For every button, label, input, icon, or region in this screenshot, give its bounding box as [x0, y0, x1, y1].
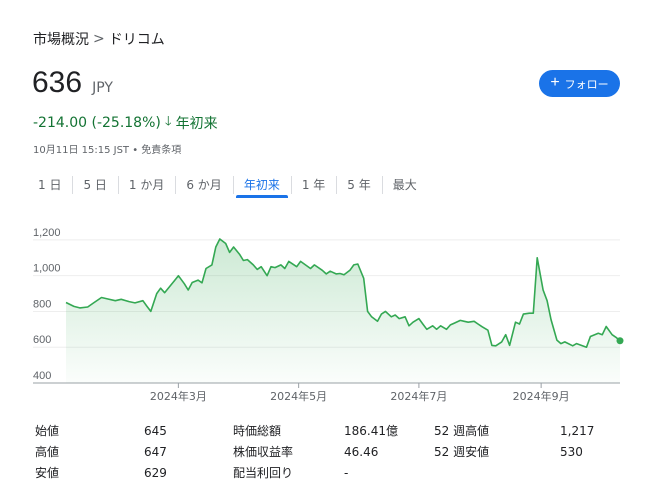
y-tick-label: 600	[33, 334, 51, 346]
y-tick-label: 800	[33, 298, 51, 310]
range-tabs: 1 日 5 日 1 か月 6 か月 年初来 1 年 5 年 最大	[27, 172, 428, 198]
tab-1m[interactable]: 1 か月	[117, 172, 175, 198]
stat-label-high: 高値	[35, 445, 60, 459]
breadcrumb-separator: >	[93, 31, 105, 47]
stat-value-pe-ratio: 46.46	[344, 444, 379, 459]
tab-max[interactable]: 最大	[381, 172, 428, 198]
y-tick-label: 1,200	[33, 227, 61, 239]
y-tick-label: 1,000	[33, 263, 61, 275]
stat-label-52w-low: 52 週安値	[434, 445, 490, 459]
stat-value-open: 645	[144, 423, 167, 438]
price-change: -214.00 (-25.18%) 🡓 年初来	[33, 112, 218, 134]
tab-5y[interactable]: 5 年	[336, 172, 381, 198]
stat-value-high: 647	[144, 444, 167, 459]
stat-value-52w-high: 1,217	[560, 423, 595, 438]
stats-row: 高値 647 株価収益率 46.46 52 週安値 530	[35, 441, 625, 462]
tab-5d[interactable]: 5 日	[72, 172, 117, 198]
stat-label-low: 安値	[35, 466, 60, 480]
plus-icon: +	[550, 74, 560, 91]
tab-ytd[interactable]: 年初来	[232, 172, 291, 198]
x-tick-label: 2024年7月	[390, 389, 447, 403]
stat-value-market-cap: 186.41億	[344, 424, 398, 438]
y-tick-label: 400	[33, 370, 51, 382]
tab-1y[interactable]: 1 年	[290, 172, 336, 198]
stat-value-52w-low: 530	[560, 444, 583, 459]
x-tick-label: 2024年9月	[513, 389, 570, 403]
stat-value-dividend-yield: -	[344, 465, 349, 480]
x-tick-label: 2024年5月	[270, 389, 327, 403]
stat-label-52w-high: 52 週高値	[434, 424, 490, 438]
breadcrumb: 市場概況 > ドリコム	[33, 29, 165, 49]
breadcrumb-current: ドリコム	[108, 32, 165, 48]
last-price-marker	[616, 337, 624, 345]
price-change-value: -214.00 (-25.18%)	[33, 115, 161, 131]
breadcrumb-parent-link[interactable]: 市場概況	[33, 29, 89, 49]
stat-label-dividend-yield: 配当利回り	[233, 466, 294, 480]
tab-1d[interactable]: 1 日	[27, 172, 72, 198]
stat-label-market-cap: 時価総額	[233, 424, 282, 438]
price-header: 636 JPY	[32, 66, 113, 100]
tab-6m[interactable]: 6 か月	[175, 172, 232, 198]
stat-value-low: 629	[144, 465, 167, 480]
stat-label-open: 始値	[35, 424, 60, 438]
stats-row: 安値 629 配当利回り -	[35, 462, 625, 483]
quote-timestamp: 10月11日 15:15 JST • 免責条項	[33, 145, 182, 156]
stat-label-pe-ratio: 株価収益率	[233, 445, 294, 459]
arrow-down-icon: 🡓	[164, 114, 172, 129]
key-stats-table: 始値 645 時価総額 186.41億 52 週高値 1,217 高値 647 …	[35, 420, 625, 483]
follow-button-label: フォロー	[564, 78, 609, 91]
x-tick-label: 2024年3月	[150, 389, 207, 403]
price-chart[interactable]: 1,200 1,000 800 600 400 2024年3月 2024年5月 2024年7…	[0, 222, 656, 412]
follow-button[interactable]: + フォロー	[539, 70, 620, 97]
change-period: 年初来	[175, 116, 218, 132]
current-price: 636	[32, 66, 83, 99]
currency-label: JPY	[92, 80, 113, 96]
stats-row: 始値 645 時価総額 186.41億 52 週高値 1,217	[35, 420, 625, 441]
